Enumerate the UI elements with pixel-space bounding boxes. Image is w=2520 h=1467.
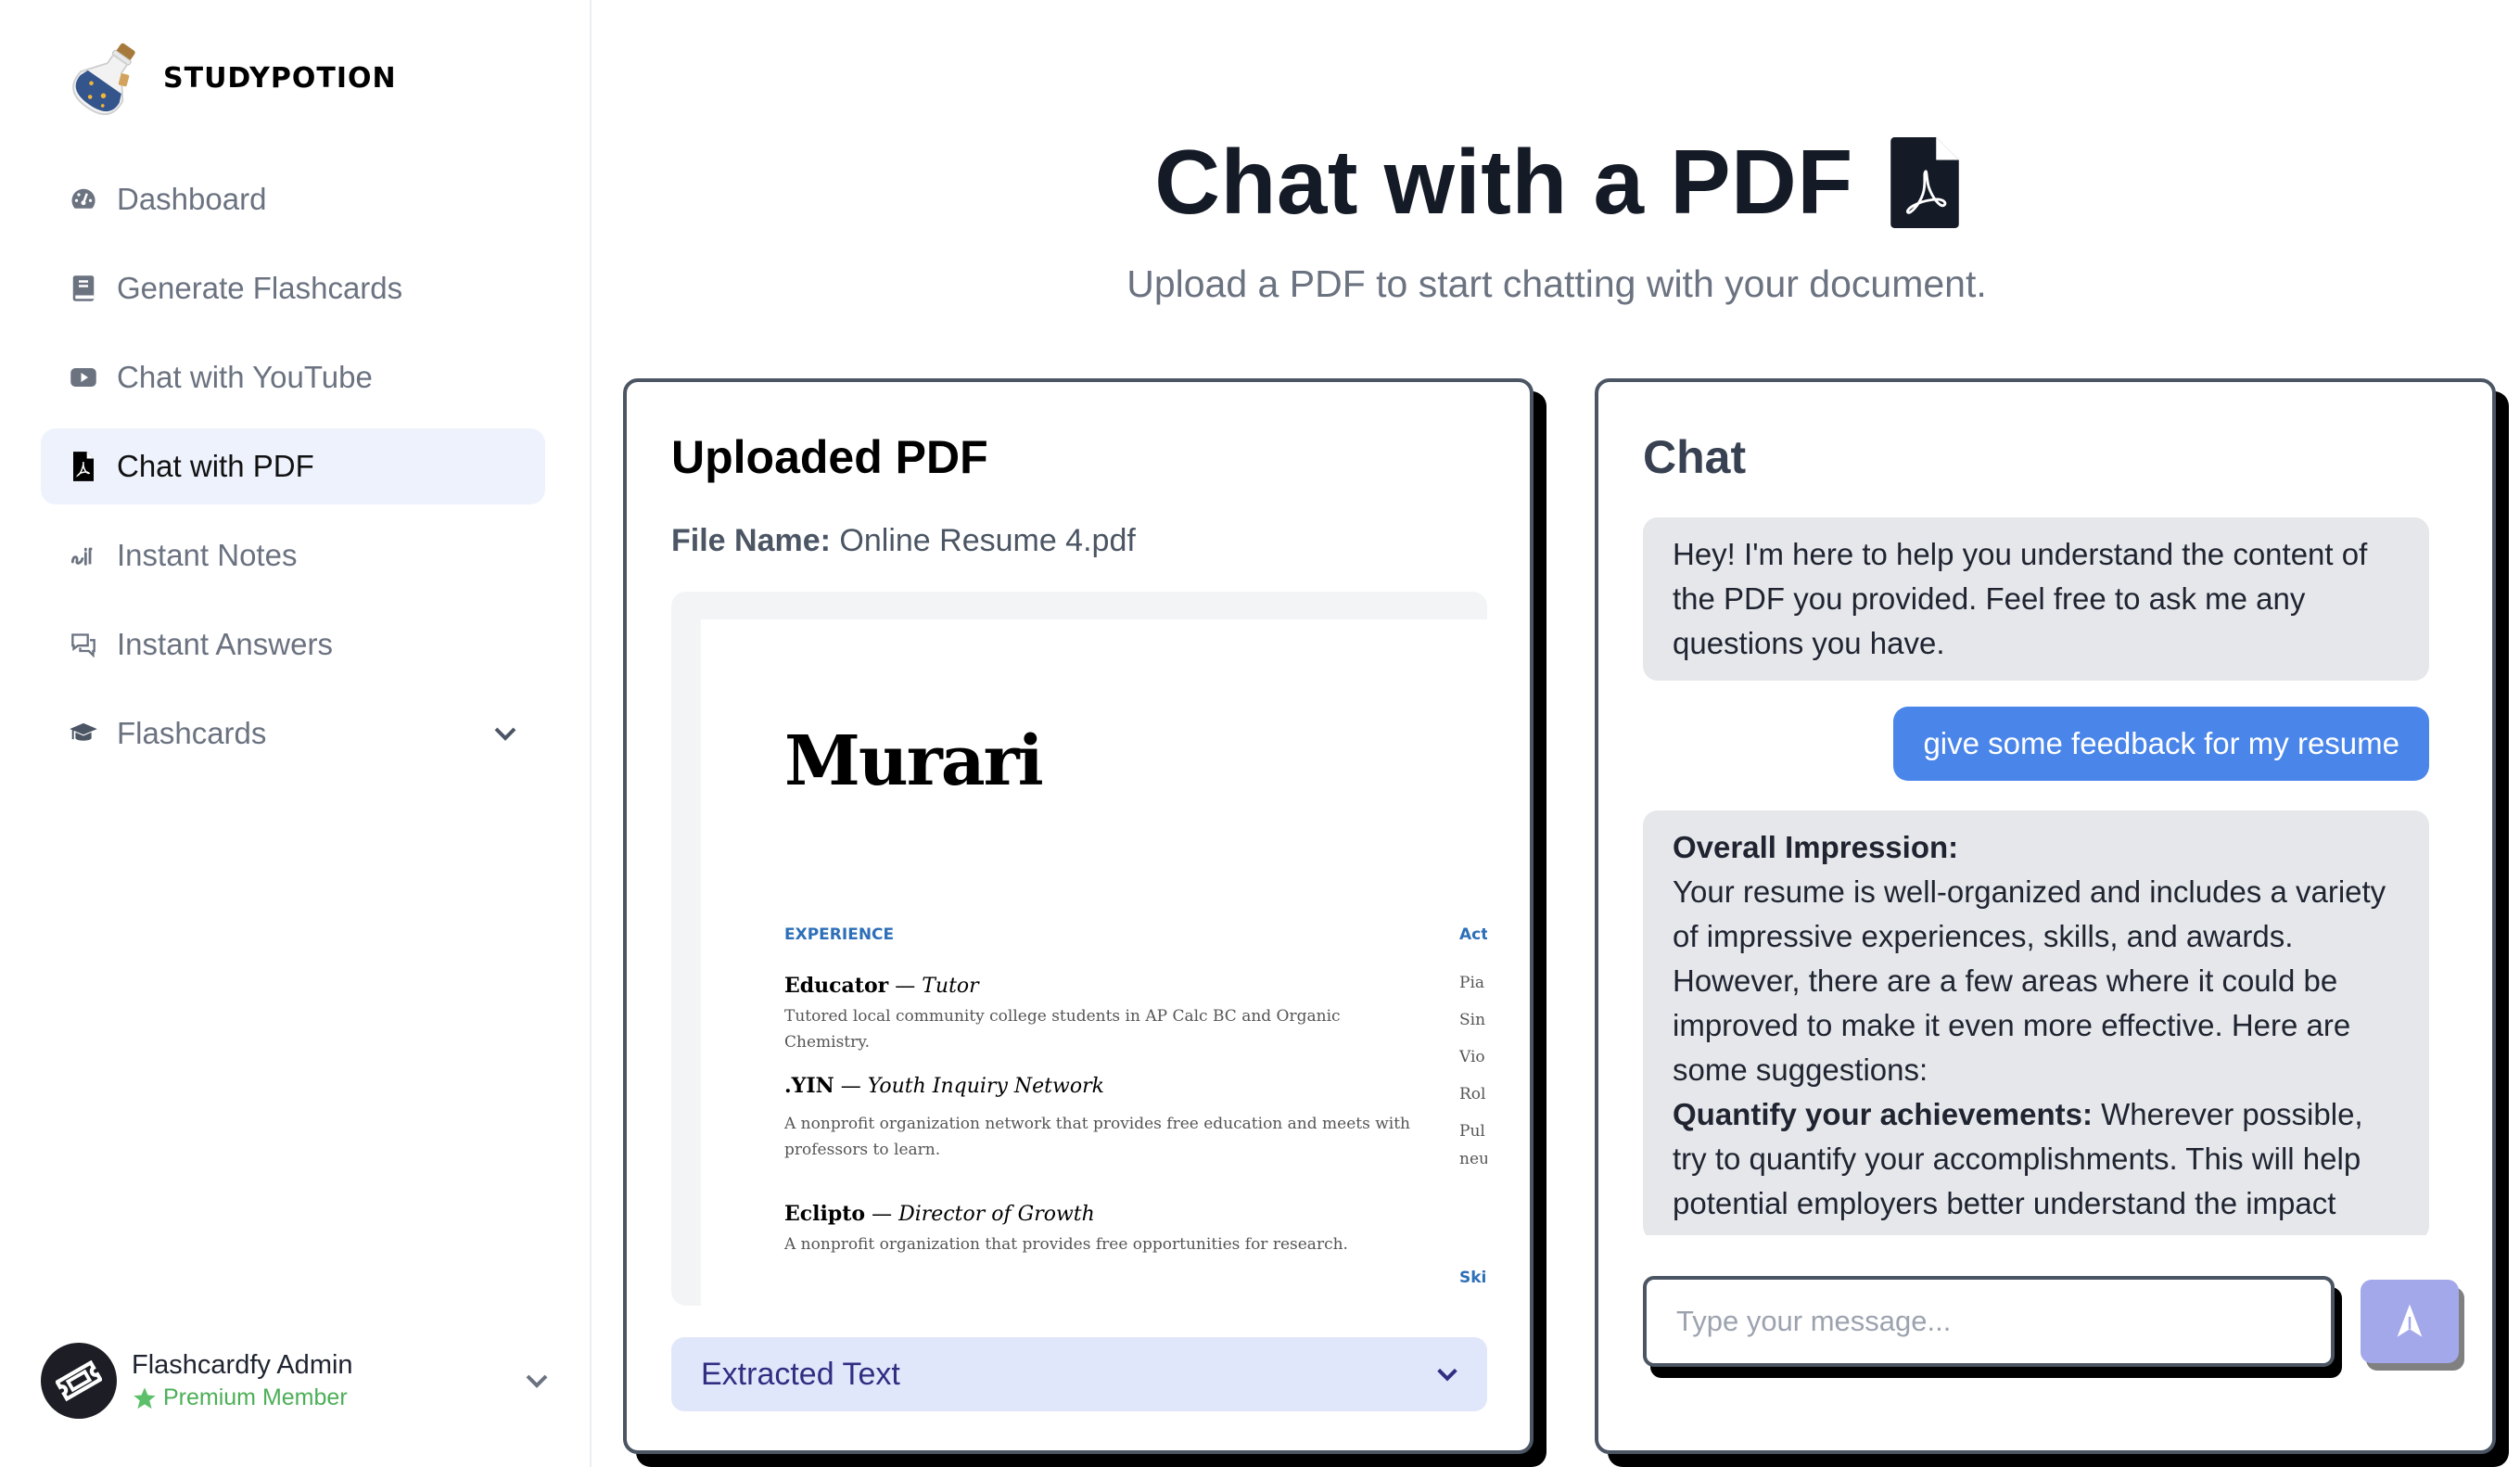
resume-job-desc: A nonprofit organization that provides f… bbox=[784, 1235, 1348, 1254]
page-subtitle: Upload a PDF to start chatting with your… bbox=[1126, 262, 1987, 305]
sidebar-item-chat-with-youtube[interactable]: Chat with YouTube bbox=[41, 339, 545, 415]
user-name: Flashcardfy Admin bbox=[132, 1350, 353, 1380]
resume-side-text: Sin bbox=[1459, 1011, 1486, 1029]
signature-icon bbox=[69, 541, 98, 570]
extracted-text-label: Extracted Text bbox=[701, 1356, 900, 1392]
sidebar-nav: Dashboard Generate Flashcards Chat with … bbox=[41, 161, 545, 785]
resume-side-text: Vio bbox=[1459, 1048, 1485, 1066]
resume-side-text: Rol bbox=[1459, 1085, 1486, 1103]
file-pdf-icon bbox=[1890, 136, 1959, 228]
resume-job-desc: Tutored local community college students… bbox=[784, 1007, 1341, 1052]
extracted-text-toggle[interactable]: Extracted Text bbox=[671, 1337, 1487, 1411]
sidebar-item-dashboard[interactable]: Dashboard bbox=[41, 161, 545, 237]
chat-messages[interactable]: Hey! I'm here to help you understand the… bbox=[1643, 517, 2429, 1235]
sidebar-item-label: Flashcards bbox=[117, 716, 267, 750]
pdf-preview[interactable]: Murari EXPERIENCE Act Educator — Tutor T… bbox=[671, 592, 1487, 1306]
resume-side-text: neu bbox=[1459, 1150, 1487, 1168]
sidebar-item-chat-with-pdf[interactable]: Chat with PDF bbox=[41, 428, 545, 504]
brand-name: STUDYPOTION bbox=[163, 61, 397, 95]
file-name-row: File Name: Online Resume 4.pdf bbox=[671, 523, 1136, 559]
chat-card: Chat Hey! I'm here to help you understan… bbox=[1595, 378, 2496, 1454]
potion-bottle-icon bbox=[72, 43, 135, 116]
premium-badge: Premium Member bbox=[132, 1384, 353, 1411]
file-pdf-icon bbox=[69, 452, 98, 481]
resume-side-text: Pul bbox=[1459, 1122, 1485, 1141]
chat-input-row bbox=[1643, 1276, 2459, 1369]
send-arrow-icon bbox=[2397, 1304, 2423, 1337]
resume-section-partial: Act bbox=[1459, 925, 1487, 944]
page-header: Chat with a PDF Upload a PDF to start ch… bbox=[593, 130, 2520, 306]
message-heading: Overall Impression: bbox=[1673, 830, 1959, 864]
avatar bbox=[41, 1343, 117, 1419]
message-point-title: Quantify your achievements: bbox=[1673, 1097, 2093, 1131]
sidebar-item-generate-flashcards[interactable]: Generate Flashcards bbox=[41, 250, 545, 326]
resume-name: Murari bbox=[784, 721, 1044, 801]
sidebar-item-label: Instant Notes bbox=[117, 538, 298, 572]
resume-job: Eclipto — Director of Growth bbox=[784, 1202, 1095, 1226]
star-icon bbox=[134, 1386, 156, 1409]
message-input[interactable] bbox=[1643, 1276, 2335, 1367]
sidebar: STUDYPOTION Dashboard Generate Flashcard… bbox=[0, 0, 592, 1467]
message-body: Your resume is well-organized and includ… bbox=[1673, 874, 2386, 1087]
youtube-icon bbox=[69, 363, 98, 392]
chevron-down-icon[interactable] bbox=[521, 1367, 553, 1395]
assistant-message: Hey! I'm here to help you understand the… bbox=[1643, 517, 2429, 681]
book-icon bbox=[69, 274, 98, 303]
resume-job: Educator — Tutor bbox=[784, 974, 979, 998]
app-root: STUDYPOTION Dashboard Generate Flashcard… bbox=[0, 0, 2520, 1467]
resume-side-text: Pia bbox=[1459, 974, 1485, 992]
sidebar-item-label: Instant Answers bbox=[117, 627, 333, 661]
brand[interactable]: STUDYPOTION bbox=[65, 33, 397, 122]
resume-job: .YIN — Youth Inquiry Network bbox=[784, 1074, 1104, 1098]
file-name-value: Online Resume 4.pdf bbox=[839, 523, 1136, 558]
sidebar-item-instant-answers[interactable]: Instant Answers bbox=[41, 606, 545, 682]
assistant-message: Overall Impression: Your resume is well-… bbox=[1643, 810, 2429, 1235]
card-title: Uploaded PDF bbox=[671, 431, 988, 483]
pdf-page: Murari EXPERIENCE Act Educator — Tutor T… bbox=[701, 619, 1487, 1306]
chevron-down-icon bbox=[1437, 1368, 1457, 1382]
user-message: give some feedback for my resume bbox=[1893, 707, 2429, 781]
sidebar-item-label: Chat with PDF bbox=[117, 449, 314, 483]
resume-section-experience: EXPERIENCE bbox=[784, 925, 895, 944]
send-button[interactable] bbox=[2361, 1280, 2459, 1363]
ticket-icon bbox=[56, 1359, 102, 1402]
chat-bubbles-icon bbox=[69, 630, 98, 659]
sidebar-item-label: Generate Flashcards bbox=[117, 271, 403, 305]
uploaded-pdf-card: Uploaded PDF File Name: Online Resume 4.… bbox=[623, 378, 1534, 1454]
sidebar-item-label: Chat with YouTube bbox=[117, 360, 373, 394]
card-title: Chat bbox=[1643, 431, 1747, 483]
sidebar-item-flashcards[interactable]: Flashcards bbox=[41, 695, 545, 772]
resume-section-partial: Ski bbox=[1459, 1269, 1487, 1287]
page-title: Chat with a PDF bbox=[1154, 131, 1853, 233]
gauge-icon bbox=[69, 185, 98, 214]
sidebar-item-label: Dashboard bbox=[117, 182, 267, 216]
resume-job-desc: A nonprofit organization network that pr… bbox=[784, 1115, 1410, 1159]
premium-label: Premium Member bbox=[163, 1384, 348, 1410]
user-profile[interactable]: Flashcardfy Admin Premium Member bbox=[41, 1341, 553, 1421]
file-name-label: File Name: bbox=[671, 523, 831, 558]
sidebar-item-instant-notes[interactable]: Instant Notes bbox=[41, 517, 545, 593]
graduation-cap-icon bbox=[69, 719, 98, 748]
chevron-down-icon[interactable] bbox=[491, 720, 519, 747]
